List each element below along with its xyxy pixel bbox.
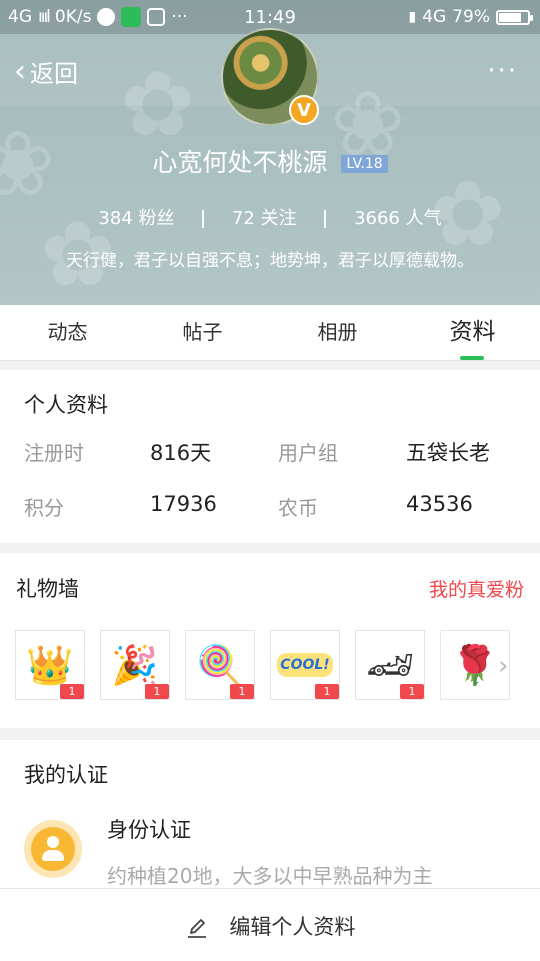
gift-item[interactable]: 🎉 1 <box>100 630 170 700</box>
profile-name-row: 心宽何处不桃源 LV.18 <box>0 143 540 179</box>
back-button[interactable]: ‹ 返回 <box>14 54 78 89</box>
battery-icon <box>496 9 533 25</box>
points-label: 积分 <box>24 496 64 520</box>
gift-count: 1 <box>60 684 84 699</box>
lollipop-icon: 🍭 <box>196 642 244 687</box>
edit-profile-button[interactable]: 编辑个人资料 <box>0 911 540 941</box>
more-button[interactable]: ··· <box>487 56 518 86</box>
gift-count: 1 <box>400 684 424 699</box>
group-value: 五袋长老 <box>406 441 490 465</box>
identity-cert-title: 身份认证 <box>107 818 191 842</box>
cool-sticker-icon: COOL! <box>277 653 333 677</box>
divider <box>202 210 205 228</box>
verified-badge: V <box>289 95 319 125</box>
network-right-label: 4G <box>422 7 447 27</box>
popularity-count: 3666 人气 <box>354 208 442 229</box>
profile-motto: 天行健，君子以自强不息；地势坤，君子以厚德载物。 <box>66 251 474 271</box>
profile-stats: 384 粉丝 72 关注 3666 人气 <box>0 204 540 230</box>
active-tab-indicator <box>460 356 484 360</box>
level-badge: LV.18 <box>341 155 388 173</box>
group-label: 用户组 <box>278 441 338 465</box>
gift-count: 1 <box>230 684 254 699</box>
fans-count[interactable]: 384 粉丝 <box>98 208 174 229</box>
gift-count: 1 <box>145 684 169 699</box>
register-label: 注册时 <box>24 441 84 465</box>
tab-album[interactable]: 相册 <box>270 305 405 360</box>
register-value: 816天 <box>150 441 212 465</box>
profile-name: 心宽何处不桃源 <box>152 148 328 177</box>
battery-fill <box>499 12 521 22</box>
charging-icon: ▮ <box>408 9 417 25</box>
coins-label: 农币 <box>278 496 318 520</box>
tab-posts[interactable]: 帖子 <box>135 305 270 360</box>
certification-card: 我的认证 身份认证 约种植20地，大多以中早熟品种为主 <box>0 740 540 888</box>
personal-info-title: 个人资料 <box>24 393 108 417</box>
gift-item[interactable]: 👑 1 <box>15 630 85 700</box>
user-icon <box>24 820 82 878</box>
battery-percent: 79% <box>452 7 490 27</box>
profile-tabs: 动态 帖子 相册 资料 <box>0 305 540 361</box>
gift-count: 1 <box>315 684 339 699</box>
gift-wall-title: 礼物墙 <box>16 577 79 601</box>
true-fans-link[interactable]: 我的真爱粉 <box>429 575 524 602</box>
personal-info-card: 个人资料 注册时 816天 用户组 五袋长老 积分 17936 农币 43536 <box>0 370 540 543</box>
divider <box>324 210 327 228</box>
edit-profile-label: 编辑个人资料 <box>229 915 356 939</box>
points-value: 17936 <box>150 492 217 516</box>
gift-item[interactable]: COOL! 1 <box>270 630 340 700</box>
chevron-left-icon: ‹ <box>14 54 26 89</box>
certification-title: 我的认证 <box>24 763 108 787</box>
coins-value: 43536 <box>406 492 473 516</box>
gift-item[interactable]: 🍭 1 <box>185 630 255 700</box>
tab-dynamics[interactable]: 动态 <box>0 305 135 360</box>
party-popper-icon: 🎉 <box>111 642 159 687</box>
identity-cert-desc: 约种植20地，大多以中早熟品种为主 <box>107 864 433 888</box>
back-label: 返回 <box>30 60 78 88</box>
gift-item[interactable]: 🏎 1 <box>355 630 425 700</box>
rose-icon: 🌹 <box>451 642 499 687</box>
pencil-icon <box>187 919 206 938</box>
tab-profile-info[interactable]: 资料 <box>405 305 540 360</box>
tab-profile-info-label: 资料 <box>449 319 496 345</box>
chevron-right-icon[interactable]: › <box>498 651 508 681</box>
bottom-bar: 编辑个人资料 <box>0 888 540 961</box>
crown-icon: 👑 <box>26 642 74 687</box>
sports-car-icon: 🏎 <box>365 642 415 687</box>
follows-count[interactable]: 72 关注 <box>232 208 297 229</box>
